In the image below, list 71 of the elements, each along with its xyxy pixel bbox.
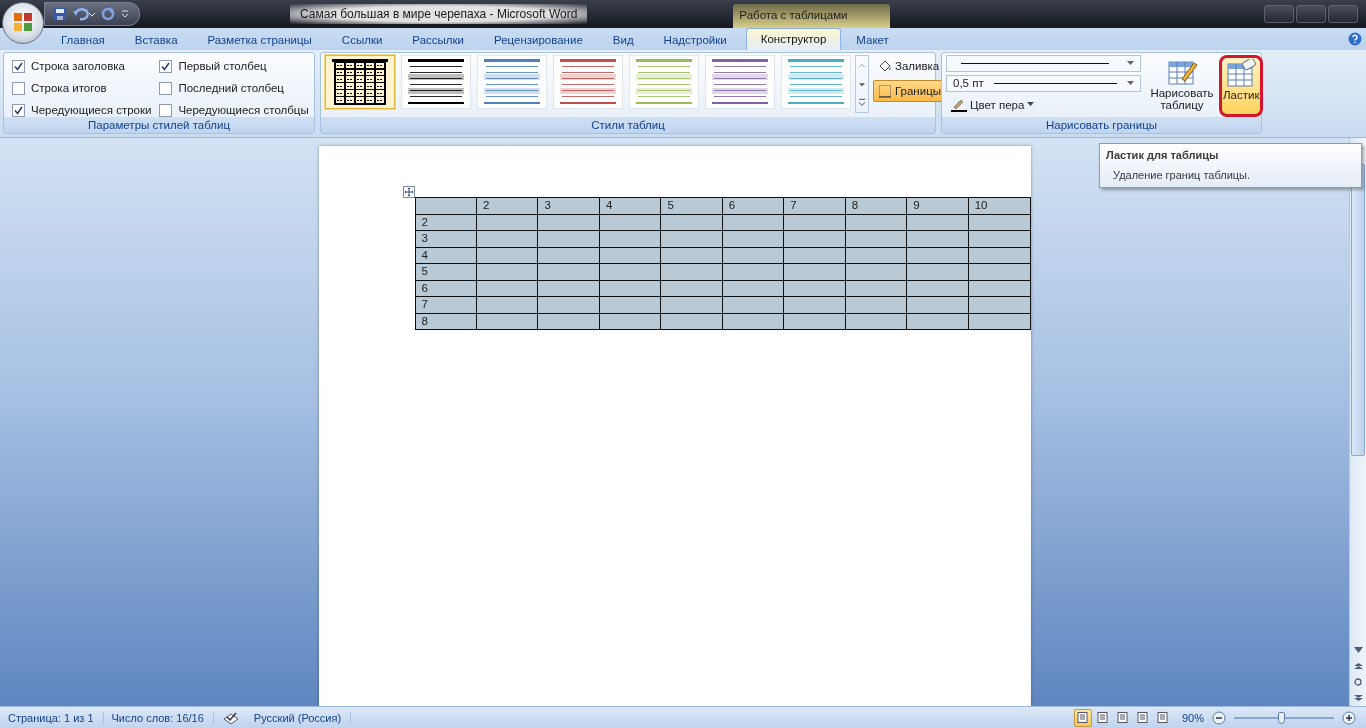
ribbon-tab[interactable]: Рассылки bbox=[397, 29, 479, 50]
table-cell: 3 bbox=[537, 197, 600, 214]
table-move-handle-icon[interactable] bbox=[402, 186, 415, 198]
ribbon-tab[interactable]: Макет bbox=[841, 29, 904, 50]
proofing-icon[interactable] bbox=[221, 710, 240, 725]
page-count[interactable]: Страница: 1 из 1 bbox=[8, 711, 104, 724]
page-icon bbox=[1117, 712, 1129, 723]
table-cell: 2 bbox=[476, 197, 538, 214]
word-count[interactable]: Число слов: 16/16 bbox=[111, 711, 214, 724]
table-cell: 7 bbox=[783, 197, 846, 214]
scroll-down-icon[interactable] bbox=[1353, 647, 1363, 653]
previous-page-icon[interactable] bbox=[1353, 663, 1363, 669]
group-label: Нарисовать границы bbox=[942, 117, 1261, 133]
group-label: Параметры стилей таблиц bbox=[4, 117, 314, 133]
option-checkbox[interactable]: Строка итогов bbox=[12, 77, 152, 99]
zoom-out-icon[interactable] bbox=[1212, 710, 1226, 725]
next-page-icon[interactable] bbox=[1353, 695, 1363, 701]
redo-icon[interactable] bbox=[101, 7, 115, 21]
table-cell: 8 bbox=[845, 197, 907, 214]
paint-bucket-icon bbox=[878, 59, 892, 73]
ribbon-tab[interactable]: Конструктор bbox=[745, 28, 842, 51]
table-cell bbox=[415, 197, 477, 214]
table-eraser-icon bbox=[1225, 59, 1258, 89]
undo-icon[interactable] bbox=[73, 7, 95, 21]
table-cell: 10 bbox=[968, 197, 1030, 214]
borders-icon bbox=[878, 84, 892, 98]
option-checkbox[interactable]: Первый столбец bbox=[159, 55, 309, 77]
page-icon bbox=[1077, 712, 1089, 723]
ribbon-button[interactable]: Нарисовать таблицу bbox=[1149, 55, 1215, 117]
pen-icon bbox=[951, 97, 967, 112]
vertical-scrollbar[interactable] bbox=[1349, 138, 1366, 706]
ribbon-tab[interactable]: Вид bbox=[597, 29, 649, 50]
table-cell: 6 bbox=[722, 197, 784, 214]
dropdown-arrow-icon[interactable] bbox=[1027, 102, 1035, 108]
ribbon-tab[interactable]: Рецензирование bbox=[479, 29, 598, 50]
page-icon bbox=[1157, 712, 1169, 723]
save-icon[interactable] bbox=[53, 7, 67, 21]
zoom-in-icon[interactable] bbox=[1342, 710, 1356, 725]
ribbon-tab[interactable]: Надстройки bbox=[648, 29, 742, 50]
browse-object-icon[interactable] bbox=[1354, 678, 1362, 686]
context-tab-header: Работа с таблицами bbox=[733, 4, 891, 28]
dropdown-arrow-icon[interactable] bbox=[1127, 80, 1134, 86]
ribbon-tab[interactable]: Главная bbox=[46, 29, 120, 50]
checkmark-icon bbox=[161, 61, 171, 71]
table-cell: 5 bbox=[660, 197, 723, 214]
language-indicator[interactable]: Русский (Россия) bbox=[253, 711, 352, 724]
dropdown-arrow-icon[interactable] bbox=[1127, 60, 1134, 66]
table-style-thumbnail[interactable] bbox=[325, 55, 395, 109]
option-checkbox[interactable]: Последний столбец bbox=[159, 77, 309, 99]
ribbon-tab[interactable]: Разметка страницы bbox=[192, 29, 327, 50]
line-style-dropdown[interactable] bbox=[946, 55, 1141, 72]
office-logo-icon[interactable] bbox=[2, 2, 44, 44]
option-checkbox[interactable]: Строка заголовка bbox=[12, 55, 152, 77]
table-cell: 4 bbox=[599, 197, 661, 214]
ribbon-tab[interactable]: Вставка bbox=[119, 29, 193, 50]
group-label: Стили таблиц bbox=[321, 117, 935, 133]
ribbon-tab[interactable]: Ссылки bbox=[326, 29, 398, 50]
customize-menu-icon[interactable] bbox=[121, 9, 129, 19]
tooltip-title: Ластик для таблицы bbox=[1106, 149, 1220, 161]
line-weight-dropdown[interactable]: 0,5 пт bbox=[946, 74, 1141, 92]
view-button[interactable] bbox=[1073, 708, 1092, 727]
help-icon[interactable] bbox=[1348, 32, 1362, 46]
table-cell: 9 bbox=[906, 197, 969, 214]
tooltip-text: Удаление границ таблицы. bbox=[1113, 169, 1252, 181]
page-icon bbox=[1097, 712, 1109, 723]
window-title: Самая большая в мире черепаха - Microsoft Word bbox=[290, 4, 588, 24]
ribbon-button[interactable]: Ластик bbox=[1219, 55, 1264, 117]
checkmark-icon bbox=[14, 61, 23, 71]
zoom-level[interactable]: 90% bbox=[1181, 711, 1204, 724]
checkmark-icon bbox=[14, 105, 23, 115]
page-icon bbox=[1137, 712, 1149, 723]
